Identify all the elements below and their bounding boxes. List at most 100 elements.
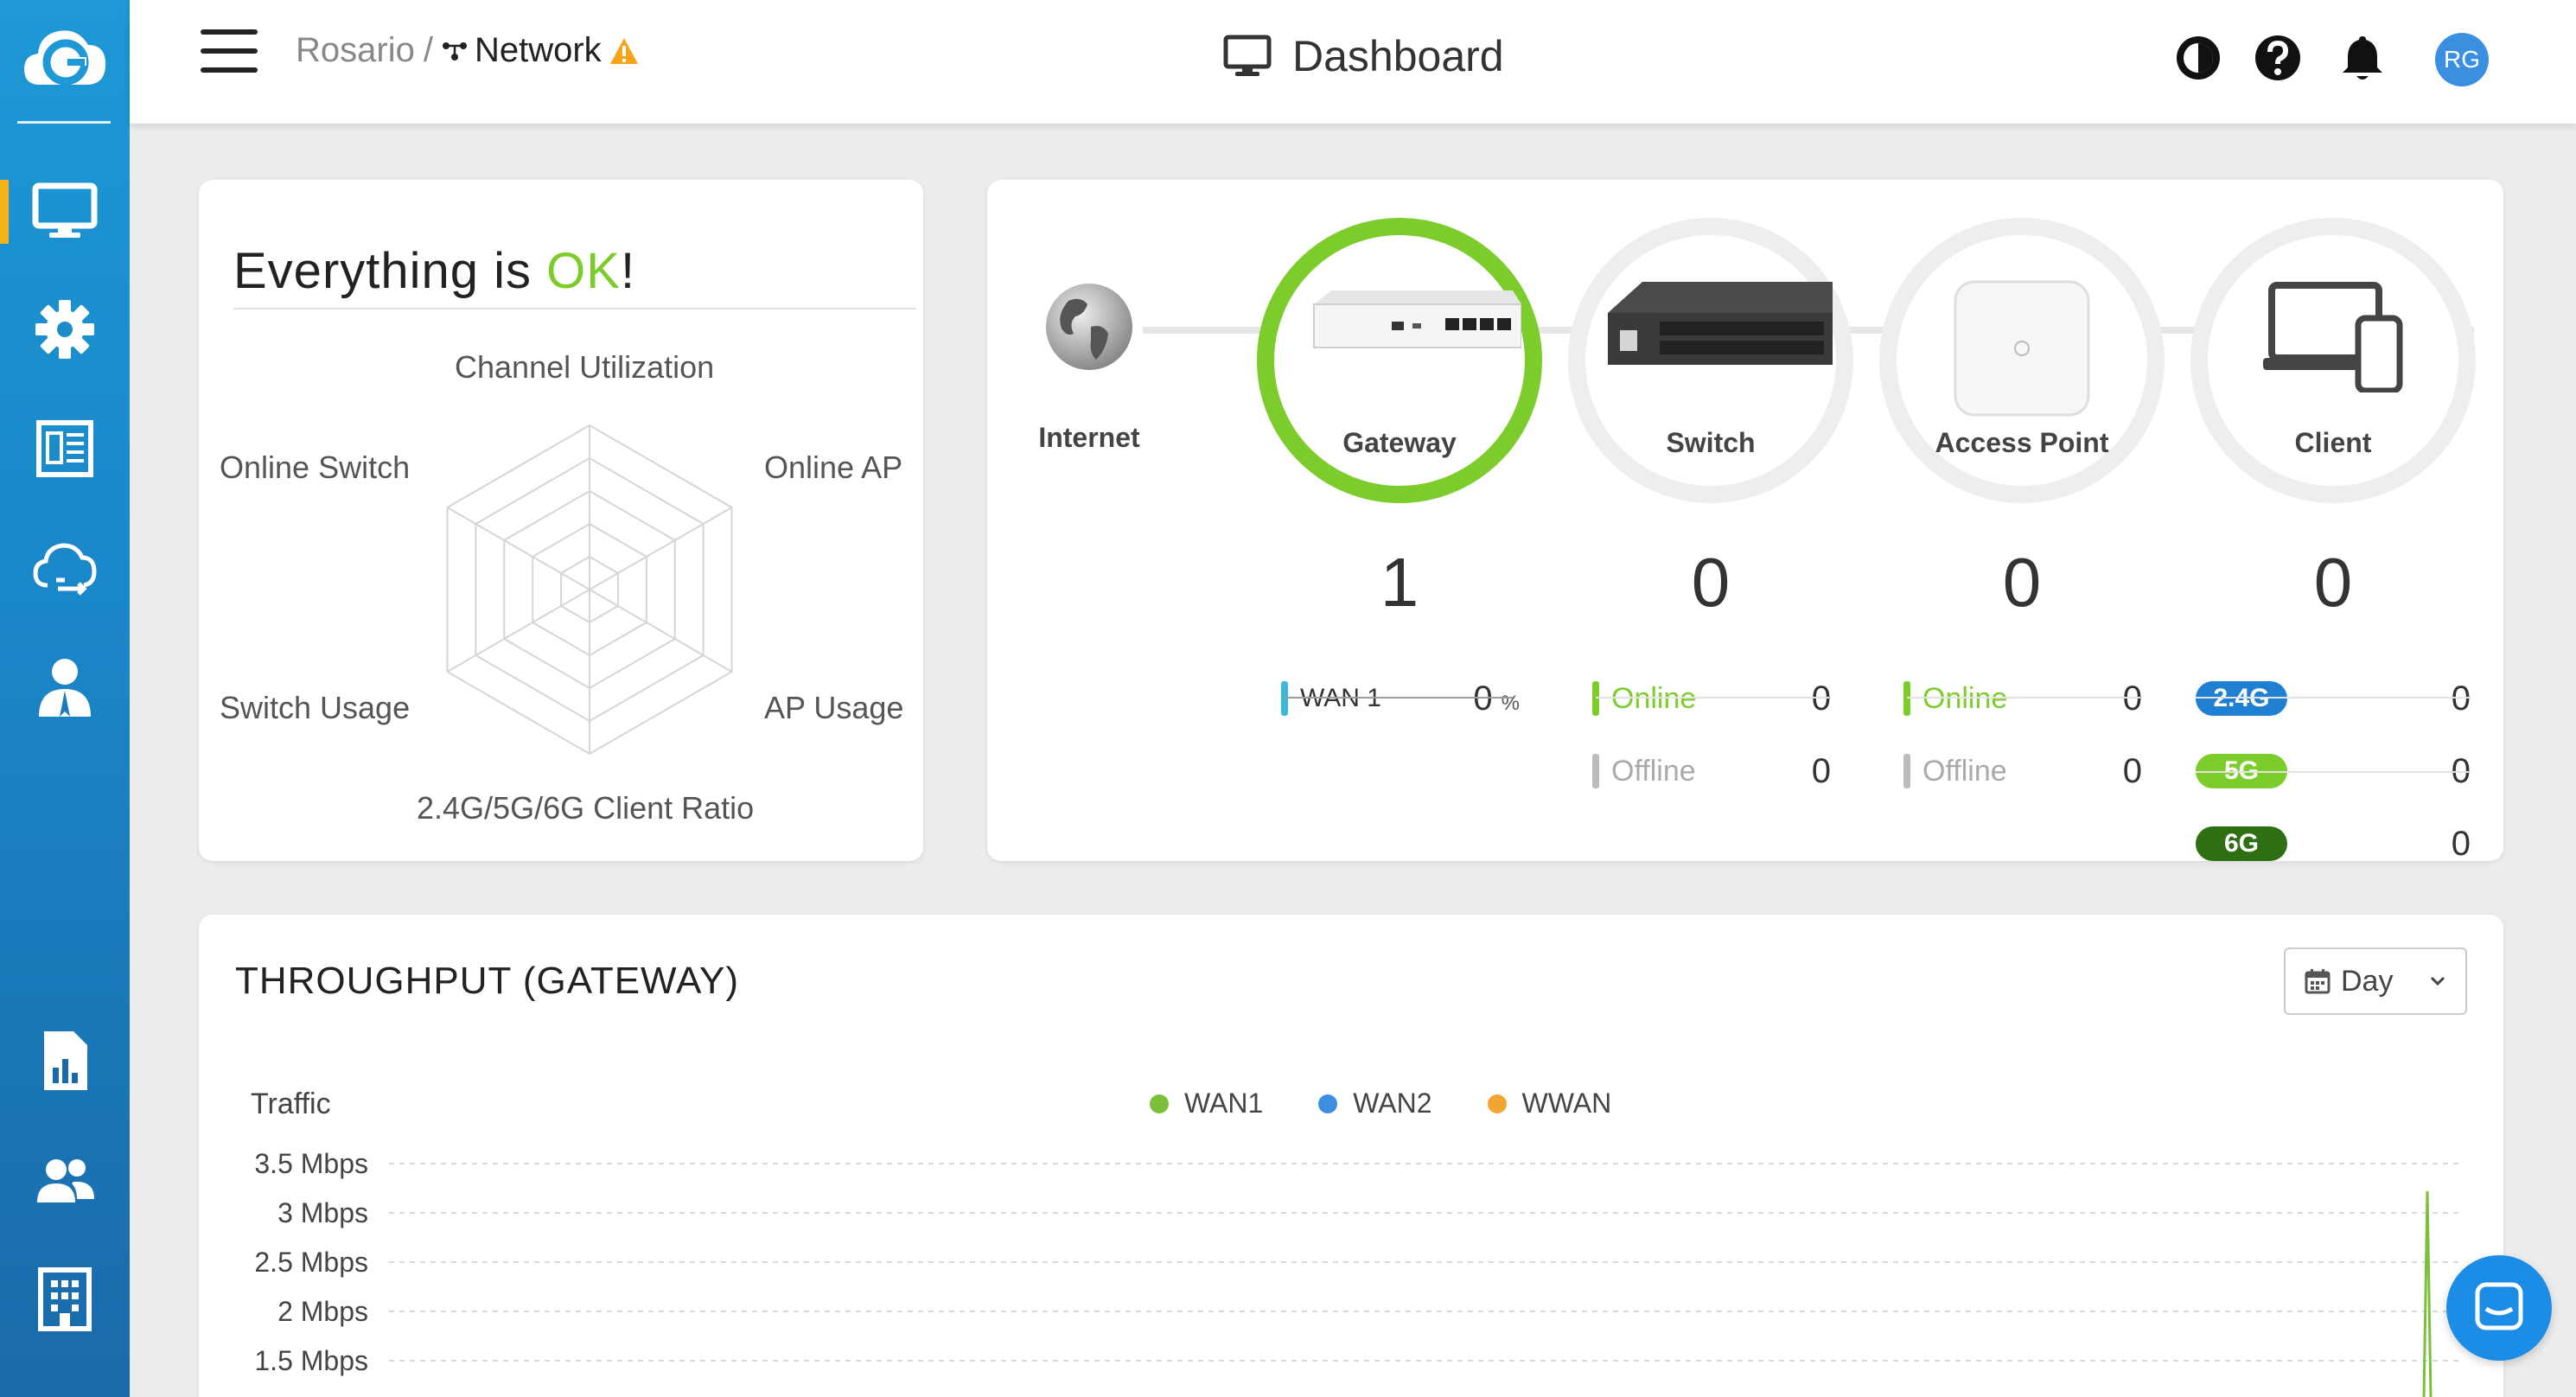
offline-indicator <box>1903 754 1910 788</box>
app-logo-icon[interactable] <box>19 17 111 109</box>
sidebar-item-settings[interactable] <box>0 282 130 377</box>
y-tick-label: 2 Mbps <box>277 1296 368 1327</box>
switch-offline-value: 0 <box>1811 751 1831 790</box>
y-tick-label: 3.5 Mbps <box>254 1148 368 1179</box>
sidebar-item-organization[interactable] <box>0 1252 130 1347</box>
sidebar-divider <box>17 121 111 124</box>
globe-icon[interactable] <box>1043 280 1136 373</box>
switch-online-row[interactable]: Online 0 <box>1592 662 1831 735</box>
page-title: Dashboard <box>1292 32 1504 80</box>
y-tick-label: 3 Mbps <box>277 1197 368 1228</box>
radar-label-switch-usage: Switch Usage <box>220 690 411 725</box>
gateway-device-icon <box>1313 290 1521 348</box>
sidebar-item-cloud[interactable] <box>0 522 130 617</box>
radar-label-channel-utilization: Channel Utilization <box>455 349 715 385</box>
gateway-count: 1 <box>1380 544 1419 621</box>
health-card: Everything is OK! Channel Utilization On… <box>199 180 923 861</box>
sidebar <box>0 0 130 1397</box>
switch-online-value: 0 <box>1811 679 1831 718</box>
gateway-node[interactable]: Gateway <box>1257 218 1542 503</box>
network-topology-card: Internet Gateway Switch Access Point Cli… <box>987 180 2503 863</box>
sidebar-item-account[interactable] <box>0 640 130 735</box>
breadcrumb-separator: / <box>423 31 433 69</box>
warning-icon[interactable] <box>609 36 640 66</box>
chat-icon <box>2475 1282 2523 1330</box>
network-topology-icon <box>442 41 467 61</box>
online-indicator <box>1903 681 1910 716</box>
client-band-row-2g[interactable]: 2.4G 0 <box>2196 662 2471 735</box>
breadcrumb: Rosario / Network <box>296 31 640 70</box>
radar-spoke <box>446 507 590 590</box>
y-tick-label: 1.5 Mbps <box>254 1345 368 1376</box>
theme-toggle-icon[interactable] <box>2173 33 2223 83</box>
client-divider-1 <box>2196 697 2471 698</box>
ap-divider <box>1907 697 2140 698</box>
breadcrumb-root[interactable]: Rosario <box>296 31 415 70</box>
top-bar: Rosario / Network Dashboard RG <box>130 0 2576 124</box>
access-point-label: Access Point <box>1935 427 2109 458</box>
y-tick-label: 2.5 Mbps <box>254 1247 368 1278</box>
ap-online-value: 0 <box>2122 679 2142 718</box>
access-point-device-icon <box>1954 280 2090 417</box>
ap-offline-value: 0 <box>2122 751 2142 790</box>
users-icon <box>37 1159 94 1202</box>
switch-label: Switch <box>1666 427 1756 458</box>
monitor-icon <box>32 182 98 238</box>
sidebar-item-reports[interactable] <box>0 1013 130 1108</box>
wan-unit: % <box>1501 692 1520 715</box>
gateway-label: Gateway <box>1342 427 1457 458</box>
access-point-node[interactable]: Access Point <box>1879 218 2165 503</box>
switch-divider <box>1596 697 1829 698</box>
chat-support-button[interactable] <box>2446 1255 2552 1361</box>
switch-node[interactable]: Switch <box>1568 218 1853 503</box>
breadcrumb-current-label: Network <box>474 31 602 69</box>
sidebar-item-users[interactable] <box>0 1132 130 1228</box>
sidebar-item-monitor[interactable] <box>0 401 130 496</box>
monitor-icon <box>1223 35 1272 76</box>
ap-online-label: Online <box>1922 681 2008 715</box>
user-icon <box>39 659 91 717</box>
list-icon <box>36 420 93 477</box>
radar-label-online-switch: Online Switch <box>220 450 411 485</box>
switch-offline-label: Offline <box>1611 754 1696 788</box>
help-icon[interactable] <box>2253 33 2303 83</box>
band-pill-2g: 2.4G <box>2196 681 2287 716</box>
switch-offline-row[interactable]: Offline 0 <box>1592 735 1831 807</box>
band-value-6g: 0 <box>2451 824 2471 863</box>
wan-label: WAN 1 <box>1300 684 1381 712</box>
wan-value: 0 <box>1473 679 1493 718</box>
online-indicator <box>1592 681 1599 716</box>
client-count: 0 <box>2313 544 2353 621</box>
radar-spoke <box>589 507 733 590</box>
ap-offline-label: Offline <box>1922 754 2007 788</box>
menu-toggle-button[interactable] <box>201 29 258 73</box>
sidebar-item-dashboard[interactable] <box>0 164 130 259</box>
gear-icon <box>35 300 94 359</box>
breadcrumb-current[interactable]: Network <box>442 31 640 70</box>
client-devices-icon <box>2263 282 2403 392</box>
client-label: Client <box>2294 427 2372 458</box>
gateway-wan-row[interactable]: WAN 1 0 % <box>1281 662 1520 735</box>
throughput-card: THROUGHPUT (GATEWAY) Day Traffic WAN1 WA… <box>199 915 2503 1397</box>
offline-indicator <box>1592 754 1599 788</box>
health-radar-chart <box>446 424 733 756</box>
internet-label: Internet <box>1038 422 1140 453</box>
report-icon <box>44 1031 87 1090</box>
avatar[interactable]: RG <box>2435 33 2489 86</box>
cloud-sync-icon <box>33 543 97 596</box>
ap-online-row[interactable]: Online 0 <box>1903 662 2142 735</box>
series-line-wan1 <box>2422 1190 2433 1397</box>
building-icon <box>38 1267 92 1331</box>
ap-offline-row[interactable]: Offline 0 <box>1903 735 2142 807</box>
page-title-wrap: Dashboard <box>1223 31 1504 81</box>
radar-label-client-ratio: 2.4G/5G/6G Client Ratio <box>417 790 755 826</box>
switch-device-icon <box>1608 282 1833 365</box>
wan-divider <box>1285 697 1513 698</box>
notification-bell-icon[interactable] <box>2337 33 2388 83</box>
client-band-row-6g[interactable]: 6G 0 <box>2196 807 2471 880</box>
radar-spoke <box>589 589 733 673</box>
client-node[interactable]: Client <box>2190 218 2476 503</box>
band-value-2g: 0 <box>2451 679 2471 718</box>
throughput-chart: 3.5 Mbps 3 Mbps 2.5 Mbps 2 Mbps 1.5 Mbps <box>254 1148 2464 1397</box>
client-divider-2 <box>2196 771 2471 773</box>
